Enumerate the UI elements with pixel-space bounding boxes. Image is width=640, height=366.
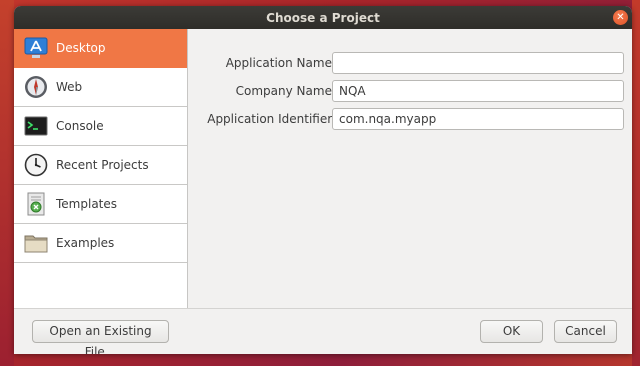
desktop-wallpaper-right xyxy=(632,0,640,366)
sidebar-item-label: Examples xyxy=(56,236,115,250)
console-terminal-icon xyxy=(24,114,48,138)
application-identifier-row: Application Identifier: xyxy=(188,108,632,130)
close-icon[interactable]: ✕ xyxy=(613,10,628,25)
application-identifier-label: Application Identifier: xyxy=(207,112,336,126)
open-existing-file-button[interactable]: Open an Existing File... xyxy=(32,320,169,354)
sidebar-item-examples[interactable]: Examples xyxy=(14,224,187,263)
window-title: Choose a Project xyxy=(266,10,380,25)
web-safari-icon xyxy=(24,75,48,99)
folder-icon xyxy=(24,231,48,255)
footer-separator xyxy=(14,308,632,309)
sidebar-item-web[interactable]: Web xyxy=(14,68,187,107)
ok-button[interactable]: OK xyxy=(480,320,543,343)
project-form: Application Name: Company Name: Applicat… xyxy=(188,29,632,308)
sidebar-item-label: Console xyxy=(56,119,104,133)
sidebar-item-console[interactable]: Console xyxy=(14,107,187,146)
company-name-label: Company Name: xyxy=(235,84,336,98)
cancel-button[interactable]: Cancel xyxy=(554,320,617,343)
sidebar-item-label: Recent Projects xyxy=(56,158,149,172)
company-name-row: Company Name: xyxy=(188,80,632,102)
project-type-sidebar: Desktop Web Console Recent Projects Temp… xyxy=(14,29,188,308)
sidebar-item-desktop[interactable]: Desktop xyxy=(14,29,187,68)
desktop-wallpaper-left xyxy=(0,0,14,366)
sidebar-item-label: Templates xyxy=(56,197,118,211)
application-name-field[interactable] xyxy=(332,52,624,74)
sidebar-item-templates[interactable]: Templates xyxy=(14,185,187,224)
sidebar-item-label: Desktop xyxy=(56,41,106,55)
application-identifier-field[interactable] xyxy=(332,108,624,130)
sidebar-item-label: Web xyxy=(56,80,83,94)
company-name-field[interactable] xyxy=(332,80,624,102)
templates-icon xyxy=(24,192,48,216)
application-name-row: Application Name: xyxy=(188,52,632,74)
choose-project-dialog: Choose a Project ✕ Desktop Web Console R… xyxy=(14,6,632,354)
desktop-app-icon xyxy=(24,36,48,60)
titlebar[interactable]: Choose a Project ✕ xyxy=(14,6,632,29)
sidebar-item-recent-projects[interactable]: Recent Projects xyxy=(14,146,187,185)
clock-icon xyxy=(24,153,48,177)
application-name-label: Application Name: xyxy=(225,56,336,70)
